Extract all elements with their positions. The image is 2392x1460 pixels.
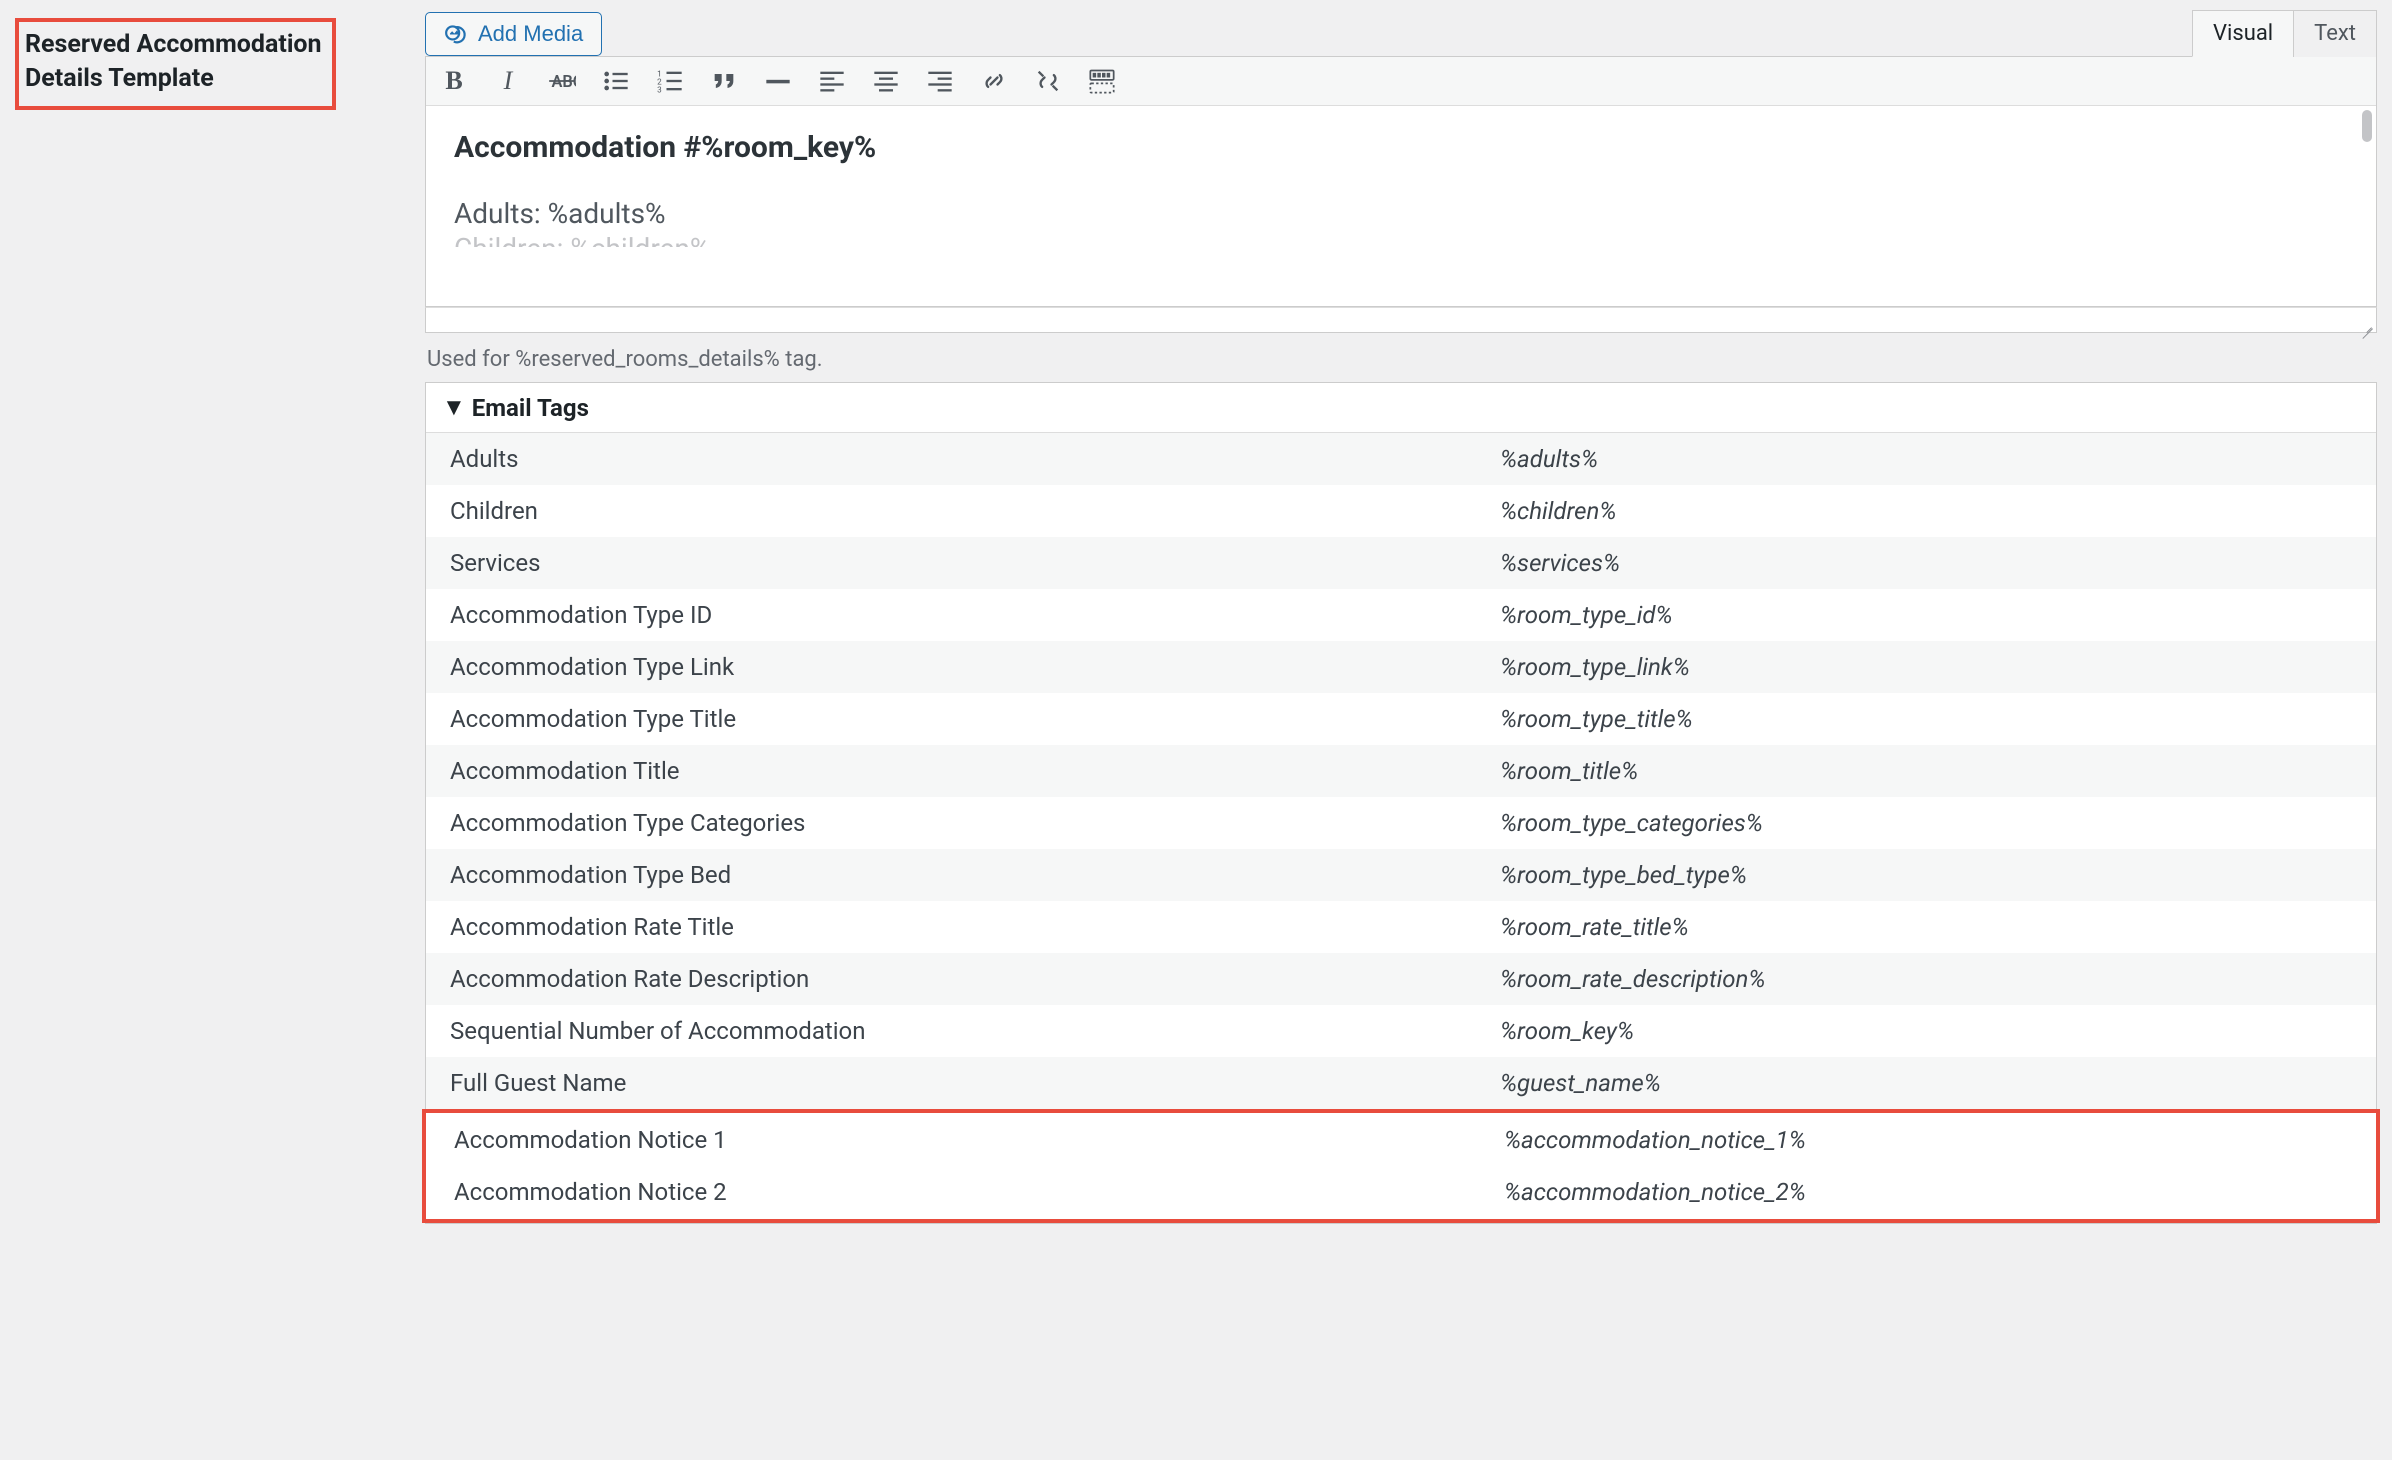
align-center-button[interactable]: [870, 65, 902, 97]
add-media-button[interactable]: Add Media: [425, 12, 602, 56]
editor-toolbar: B I ABC 123: [426, 57, 2376, 106]
email-tags-panel: ▼ Email Tags Adults%adults%Children%chil…: [425, 382, 2377, 1224]
numbered-list-button[interactable]: 123: [654, 65, 686, 97]
bullet-list-button[interactable]: [600, 65, 632, 97]
tag-label: Sequential Number of Accommodation: [450, 1017, 1500, 1045]
tag-value: %room_type_categories%: [1500, 809, 2352, 837]
table-row: Services%services%: [426, 537, 2376, 589]
tag-value: %accommodation_notice_1%: [1504, 1126, 2348, 1154]
tab-text[interactable]: Text: [2293, 10, 2377, 57]
editor-tabs: Visual Text: [2192, 10, 2377, 57]
email-tags-table: Adults%adults%Children%children%Services…: [426, 433, 2376, 1223]
tag-value: %room_type_bed_type%: [1500, 861, 2352, 889]
email-tags-title: Email Tags: [472, 394, 589, 422]
tag-value: %room_rate_title%: [1500, 913, 2352, 941]
tag-value: %children%: [1500, 497, 2352, 525]
tag-value: %room_type_link%: [1500, 653, 2352, 681]
tag-value: %room_type_title%: [1500, 705, 2352, 733]
helper-text: Used for %reserved_rooms_details% tag.: [425, 333, 2377, 376]
tag-label: Accommodation Notice 1: [454, 1126, 1504, 1154]
table-row: Accommodation Type Title%room_type_title…: [426, 693, 2376, 745]
section-title: Reserved Accommodation Details Template: [15, 18, 336, 110]
table-row: Accommodation Rate Description%room_rate…: [426, 953, 2376, 1005]
section-title-line1: Reserved Accommodation: [25, 28, 322, 62]
unlink-button[interactable]: [1032, 65, 1064, 97]
table-row: Accommodation Type ID%room_type_id%: [426, 589, 2376, 641]
tag-label: Accommodation Title: [450, 757, 1500, 785]
table-row: Accommodation Type Link%room_type_link%: [426, 641, 2376, 693]
strikethrough-button[interactable]: ABC: [546, 65, 578, 97]
table-row: Accommodation Type Bed%room_type_bed_typ…: [426, 849, 2376, 901]
tag-value: %adults%: [1500, 445, 2352, 473]
tag-label: Full Guest Name: [450, 1069, 1500, 1097]
tag-value: %guest_name%: [1500, 1069, 2352, 1097]
svg-text:3: 3: [657, 85, 662, 95]
horizontal-rule-button[interactable]: [762, 65, 794, 97]
editor-line-adults: Adults: %adults%: [454, 197, 2348, 230]
editor-resize-bar[interactable]: [425, 307, 2377, 333]
tag-label: Accommodation Notice 2: [454, 1178, 1504, 1206]
email-tags-toggle[interactable]: ▼ Email Tags: [426, 383, 2376, 433]
tag-value: %services%: [1500, 549, 2352, 577]
tag-label: Accommodation Type Bed: [450, 861, 1500, 889]
align-left-button[interactable]: [816, 65, 848, 97]
table-row: Children%children%: [426, 485, 2376, 537]
tag-label: Services: [450, 549, 1500, 577]
tag-label: Adults: [450, 445, 1500, 473]
add-media-label: Add Media: [478, 21, 583, 47]
italic-button[interactable]: I: [492, 65, 524, 97]
link-button[interactable]: [978, 65, 1010, 97]
editor-line-children: Children: %children%: [454, 232, 2348, 247]
scrollbar-thumb[interactable]: [2362, 110, 2372, 142]
tab-visual[interactable]: Visual: [2192, 10, 2293, 57]
bold-button[interactable]: B: [438, 65, 470, 97]
table-row: Sequential Number of Accommodation%room_…: [426, 1005, 2376, 1057]
tag-label: Accommodation Type Link: [450, 653, 1500, 681]
blockquote-button[interactable]: [708, 65, 740, 97]
tag-label: Accommodation Type Categories: [450, 809, 1500, 837]
table-row: Accommodation Rate Title%room_rate_title…: [426, 901, 2376, 953]
tag-value: %room_title%: [1500, 757, 2352, 785]
editor: B I ABC 123: [425, 56, 2377, 307]
table-row: Accommodation Notice 1%accommodation_not…: [422, 1109, 2380, 1166]
table-row: Accommodation Notice 2%accommodation_not…: [422, 1166, 2380, 1223]
tag-label: Accommodation Type Title: [450, 705, 1500, 733]
tag-value: %accommodation_notice_2%: [1504, 1178, 2348, 1206]
toolbar-toggle-button[interactable]: [1086, 65, 1118, 97]
editor-content[interactable]: Accommodation #%room_key% Adults: %adult…: [426, 106, 2376, 306]
editor-heading: Accommodation #%room_key%: [454, 130, 2348, 165]
table-row: Adults%adults%: [426, 433, 2376, 485]
tag-label: Accommodation Type ID: [450, 601, 1500, 629]
tag-label: Accommodation Rate Description: [450, 965, 1500, 993]
section-title-line2: Details Template: [25, 62, 322, 96]
tag-label: Accommodation Rate Title: [450, 913, 1500, 941]
tag-value: %room_type_id%: [1500, 601, 2352, 629]
tag-value: %room_key%: [1500, 1017, 2352, 1045]
align-right-button[interactable]: [924, 65, 956, 97]
tag-value: %room_rate_description%: [1500, 965, 2352, 993]
media-icon: [444, 21, 470, 47]
table-row: Accommodation Type Categories%room_type_…: [426, 797, 2376, 849]
tag-label: Children: [450, 497, 1500, 525]
table-row: Full Guest Name%guest_name%: [426, 1057, 2376, 1109]
caret-down-icon: ▼: [442, 393, 466, 422]
table-row: Accommodation Title%room_title%: [426, 745, 2376, 797]
